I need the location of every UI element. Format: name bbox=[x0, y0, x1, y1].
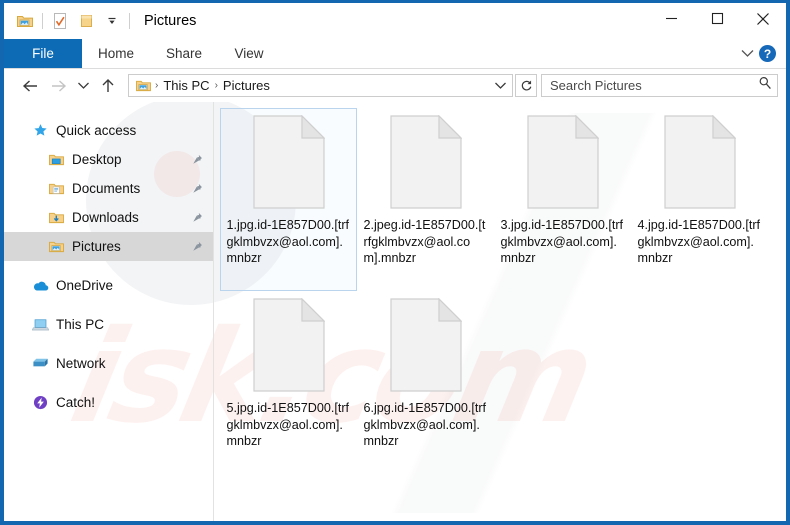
file-item[interactable]: 5.jpg.id-1E857D00.[trfgklmbvzx@aol.com].… bbox=[220, 291, 357, 474]
file-list-pane[interactable]: 1.jpg.id-1E857D00.[trfgklmbvzx@aol.com].… bbox=[213, 102, 786, 521]
sidebar-item-label: Downloads bbox=[72, 210, 139, 225]
recent-locations-button[interactable] bbox=[72, 73, 94, 99]
navigation-pane: Quick access Desktop Documents Downloads… bbox=[4, 102, 213, 521]
quick-access-toolbar bbox=[12, 9, 134, 33]
up-button[interactable] bbox=[94, 73, 122, 99]
blank-document-icon bbox=[663, 114, 736, 209]
sidebar-item-network[interactable]: Network bbox=[4, 349, 213, 378]
star-icon bbox=[32, 122, 49, 139]
maximize-button[interactable] bbox=[694, 3, 740, 34]
pin-icon[interactable] bbox=[189, 212, 205, 223]
catch-icon bbox=[32, 394, 49, 411]
pin-icon[interactable] bbox=[189, 183, 205, 194]
breadcrumb: › This PC › Pictures bbox=[134, 78, 490, 93]
search-icon[interactable] bbox=[758, 76, 772, 95]
blank-document-icon bbox=[389, 297, 462, 392]
file-name: 2.jpeg.id-1E857D00.[trfgklmbvzx@aol.com]… bbox=[363, 218, 486, 265]
breadcrumb-pictures-icon[interactable] bbox=[134, 79, 154, 92]
downloads-folder-icon bbox=[48, 209, 65, 226]
file-name: 3.jpg.id-1E857D00.[trfgklmbvzx@aol.com].… bbox=[500, 218, 624, 265]
breadcrumb-item-pictures[interactable]: Pictures bbox=[219, 78, 274, 93]
onedrive-cloud-icon bbox=[32, 277, 49, 294]
file-grid: 1.jpg.id-1E857D00.[trfgklmbvzx@aol.com].… bbox=[214, 108, 786, 474]
pictures-folder-icon bbox=[48, 238, 65, 255]
sidebar-item-quick-access[interactable]: Quick access bbox=[4, 116, 213, 145]
tab-home[interactable]: Home bbox=[82, 39, 150, 68]
sidebar-item-documents[interactable]: Documents bbox=[4, 174, 213, 203]
file-item[interactable]: 2.jpeg.id-1E857D00.[trfgklmbvzx@aol.com]… bbox=[357, 108, 494, 291]
ribbon-right-controls: ? bbox=[740, 39, 786, 68]
file-name: 5.jpg.id-1E857D00.[trfgklmbvzx@aol.com].… bbox=[226, 401, 350, 448]
sidebar-item-label: Desktop bbox=[72, 152, 122, 167]
blank-document-icon bbox=[252, 297, 325, 392]
sidebar-item-label: OneDrive bbox=[56, 278, 114, 293]
explorer-body: Quick access Desktop Documents Downloads… bbox=[4, 102, 786, 521]
customize-qat-icon[interactable] bbox=[99, 9, 125, 33]
search-placeholder: Search Pictures bbox=[550, 78, 642, 93]
sidebar-item-onedrive[interactable]: OneDrive bbox=[4, 271, 213, 300]
file-item[interactable]: 6.jpg.id-1E857D00.[trfgklmbvzx@aol.com].… bbox=[357, 291, 494, 474]
sidebar-item-label: Quick access bbox=[56, 123, 137, 138]
sidebar-gap-4 bbox=[4, 378, 213, 388]
qat-separator-2 bbox=[129, 13, 130, 29]
file-explorer-window: isk.com Pictures File Home Share View ? … bbox=[0, 0, 790, 525]
properties-icon[interactable] bbox=[47, 9, 73, 33]
desktop-folder-icon bbox=[48, 151, 65, 168]
sidebar-item-this-pc[interactable]: This PC bbox=[4, 310, 213, 339]
network-icon bbox=[32, 355, 49, 372]
blank-document-icon bbox=[526, 114, 599, 209]
navigation-bar: › This PC › Pictures Search Pictures bbox=[4, 69, 786, 102]
sidebar-item-label: Catch! bbox=[56, 395, 96, 410]
pin-icon[interactable] bbox=[189, 241, 205, 252]
file-name: 4.jpg.id-1E857D00.[trfgklmbvzx@aol.com].… bbox=[637, 218, 761, 265]
tab-file[interactable]: File bbox=[4, 39, 82, 68]
refresh-button[interactable] bbox=[515, 74, 537, 97]
file-item[interactable]: 4.jpg.id-1E857D00.[trfgklmbvzx@aol.com].… bbox=[631, 108, 768, 291]
blank-document-icon bbox=[389, 114, 462, 209]
sidebar-item-label: Documents bbox=[72, 181, 141, 196]
breadcrumb-item-this-pc[interactable]: This PC bbox=[159, 78, 213, 93]
sidebar-gap-2 bbox=[4, 300, 213, 310]
sidebar-gap-3 bbox=[4, 339, 213, 349]
sidebar-item-label: Network bbox=[56, 356, 106, 371]
file-item[interactable]: 3.jpg.id-1E857D00.[trfgklmbvzx@aol.com].… bbox=[494, 108, 631, 291]
ribbon-tab-bar: File Home Share View ? bbox=[4, 39, 786, 69]
file-item[interactable]: 1.jpg.id-1E857D00.[trfgklmbvzx@aol.com].… bbox=[220, 108, 357, 291]
search-input[interactable]: Search Pictures bbox=[541, 74, 778, 97]
qat-separator-1 bbox=[42, 13, 43, 29]
back-button[interactable] bbox=[16, 73, 44, 99]
sidebar-item-label: Pictures bbox=[72, 239, 121, 254]
this-pc-icon bbox=[32, 316, 49, 333]
file-name: 1.jpg.id-1E857D00.[trfgklmbvzx@aol.com].… bbox=[226, 218, 350, 265]
tab-share[interactable]: Share bbox=[150, 39, 218, 68]
sidebar-item-downloads[interactable]: Downloads bbox=[4, 203, 213, 232]
title-bar: Pictures bbox=[4, 3, 786, 39]
blank-document-icon bbox=[252, 114, 325, 209]
window-controls bbox=[648, 3, 786, 34]
chevron-down-icon[interactable] bbox=[740, 45, 755, 63]
tab-view[interactable]: View bbox=[218, 39, 280, 68]
sidebar-item-desktop[interactable]: Desktop bbox=[4, 145, 213, 174]
sidebar-item-label: This PC bbox=[56, 317, 105, 332]
sidebar-gap-1 bbox=[4, 261, 213, 271]
address-bar[interactable]: › This PC › Pictures bbox=[128, 74, 513, 97]
pin-icon[interactable] bbox=[189, 154, 205, 165]
window-title: Pictures bbox=[144, 13, 197, 29]
new-folder-icon[interactable] bbox=[73, 9, 99, 33]
sidebar-item-pictures[interactable]: Pictures bbox=[4, 232, 213, 261]
documents-folder-icon bbox=[48, 180, 65, 197]
sidebar-item-catch[interactable]: Catch! bbox=[4, 388, 213, 417]
help-icon[interactable]: ? bbox=[759, 45, 776, 62]
address-dropdown-icon[interactable] bbox=[490, 81, 510, 90]
close-button[interactable] bbox=[740, 3, 786, 34]
forward-button bbox=[44, 73, 72, 99]
file-name: 6.jpg.id-1E857D00.[trfgklmbvzx@aol.com].… bbox=[363, 401, 487, 448]
minimize-button[interactable] bbox=[648, 3, 694, 34]
pictures-folder-icon[interactable] bbox=[12, 9, 38, 33]
